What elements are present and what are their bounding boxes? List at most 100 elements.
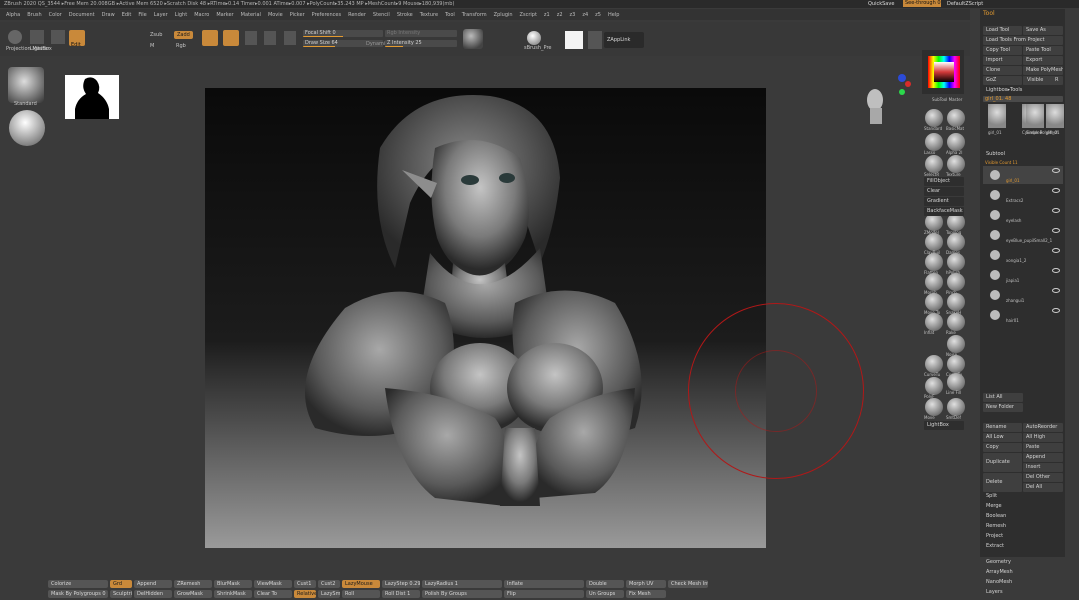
- list-all-button[interactable]: List All: [983, 393, 1023, 402]
- bottom-btn-inflate[interactable]: Inflate: [504, 580, 584, 588]
- insert-button[interactable]: Insert: [1023, 463, 1063, 472]
- bottom-btn-roll-dist-1[interactable]: Roll Dist 1: [382, 590, 420, 598]
- fillobject-button[interactable]: FillObject: [924, 177, 964, 186]
- color-picker[interactable]: [922, 50, 964, 94]
- menu-tool[interactable]: Tool: [445, 12, 455, 18]
- bottom-btn-cust1[interactable]: Cust1: [294, 580, 316, 588]
- arraymesh-section[interactable]: ArrayMesh: [983, 568, 1063, 577]
- claybuild-brush-icon[interactable]: [925, 233, 943, 251]
- menu-texture[interactable]: Texture: [420, 12, 438, 18]
- copy-button[interactable]: Copy: [983, 443, 1022, 452]
- bottom-btn-append[interactable]: Append: [134, 580, 172, 588]
- subtool-visibility-eye-icon[interactable]: [1052, 308, 1060, 313]
- subtool-visibility-eye-icon[interactable]: [1052, 188, 1060, 193]
- projection-master-icon[interactable]: [8, 30, 22, 44]
- rgb-label[interactable]: Rgb: [176, 43, 186, 49]
- bottom-btn-mask-by-polygroups-0[interactable]: Mask By Polygroups 0: [48, 590, 108, 598]
- visible-button[interactable]: Visible: [1024, 76, 1050, 85]
- lightbox-icon[interactable]: [30, 30, 44, 44]
- bottom-btn-growmask[interactable]: GrowMask: [174, 590, 212, 598]
- lasso-select-icon[interactable]: [925, 133, 943, 151]
- zsub-label[interactable]: Zsub: [150, 32, 162, 38]
- bottom-btn-relative[interactable]: Relative: [294, 590, 316, 598]
- menu-z5[interactable]: z5: [595, 12, 601, 18]
- menu-document[interactable]: Document: [69, 12, 95, 18]
- menu-color[interactable]: Color: [49, 12, 62, 18]
- menu-light[interactable]: Light: [175, 12, 187, 18]
- focal-shift-slider[interactable]: Focal Shift 0: [303, 30, 383, 37]
- paste-tool-button[interactable]: Paste Tool: [1023, 46, 1063, 55]
- bottom-btn-check-mesh-int[interactable]: Check Mesh Int: [668, 580, 708, 588]
- pinch-brush-icon[interactable]: [947, 273, 965, 291]
- rotate-button[interactable]: [264, 31, 276, 45]
- snakehook-brush-icon[interactable]: [947, 293, 965, 311]
- see-through-slider[interactable]: See-through 0: [903, 0, 941, 7]
- bottom-btn-roll[interactable]: Roll: [342, 590, 380, 598]
- quick-sketch-icon[interactable]: [51, 30, 65, 44]
- z-intensity-slider[interactable]: Z Intensity 25: [385, 40, 457, 47]
- bottom-btn-shrinkmask[interactable]: ShrinkMask: [214, 590, 252, 598]
- smooth-brush-icon[interactable]: [947, 398, 965, 416]
- texture-slot-icon[interactable]: [947, 155, 965, 173]
- menu-transform[interactable]: Transform: [462, 12, 487, 18]
- menu-stencil[interactable]: Stencil: [373, 12, 390, 18]
- subtool-visibility-eye-icon[interactable]: [1052, 208, 1060, 213]
- bottom-btn-grd[interactable]: Grd: [110, 580, 132, 588]
- menu-z1[interactable]: z1: [544, 12, 550, 18]
- main-color-swatch[interactable]: [565, 31, 583, 49]
- axis-gizmo-icon[interactable]: [888, 70, 912, 100]
- del-other-button[interactable]: Del Other: [1023, 473, 1063, 482]
- merge-section[interactable]: Merge: [983, 502, 1063, 511]
- default-script-button[interactable]: DefaultZScript: [947, 1, 983, 7]
- menu-help[interactable]: Help: [608, 12, 619, 18]
- delete-button[interactable]: Delete: [983, 473, 1022, 492]
- r-button[interactable]: R: [1052, 76, 1062, 85]
- rake-brush-icon[interactable]: [947, 313, 965, 331]
- menu-brush[interactable]: Brush: [27, 12, 41, 18]
- save-as-button[interactable]: Save As: [1023, 26, 1063, 35]
- lightbox-tools-button[interactable]: Lightbox▸Tools: [983, 86, 1063, 95]
- rename-button[interactable]: Rename: [983, 423, 1022, 432]
- bottom-btn-lazymouse[interactable]: LazyMouse: [342, 580, 380, 588]
- bottom-btn-polish-by-groups[interactable]: Polish By Groups: [422, 590, 502, 598]
- subtool-visibility-eye-icon[interactable]: [1052, 288, 1060, 293]
- menu-macro[interactable]: Macro: [194, 12, 209, 18]
- menu-z3[interactable]: z3: [570, 12, 576, 18]
- bottom-btn-zremesh[interactable]: ZRemesh: [174, 580, 212, 588]
- mrgb-label[interactable]: M: [150, 43, 154, 49]
- color-square[interactable]: [934, 62, 954, 82]
- menu-z2[interactable]: z2: [557, 12, 563, 18]
- polyf-brush-icon[interactable]: [925, 377, 943, 395]
- menu-zscript[interactable]: Zscript: [520, 12, 537, 18]
- rgb-intensity-slider[interactable]: Rgb Intensity: [385, 30, 457, 37]
- material-swatch[interactable]: [463, 29, 483, 49]
- bottom-btn-viewmask[interactable]: ViewMask: [254, 580, 292, 588]
- line-fill-brush-icon[interactable]: [947, 373, 965, 391]
- goz-button[interactable]: GoZ: [983, 76, 1022, 85]
- subtool-thumb-3[interactable]: [1046, 104, 1064, 128]
- bottom-btn-delhidden[interactable]: DelHidden: [134, 590, 172, 598]
- inflat-brush-icon[interactable]: [925, 313, 943, 331]
- subtool-header[interactable]: Subtool: [983, 150, 1063, 159]
- bottom-btn-colorize[interactable]: Colorize: [48, 580, 108, 588]
- make-polymesh-button[interactable]: Make PolyMesh3D: [1023, 66, 1063, 75]
- backfacemask-button[interactable]: BackfaceMask: [924, 207, 964, 216]
- menu-render[interactable]: Render: [348, 12, 366, 18]
- split-section[interactable]: Split: [983, 492, 1063, 501]
- material-sphere-icon[interactable]: [9, 110, 45, 146]
- subtool-visibility-eye-icon[interactable]: [1052, 268, 1060, 273]
- menu-material[interactable]: Material: [241, 12, 261, 18]
- subtool-master-label[interactable]: SubTool Master: [932, 97, 962, 102]
- menu-draw[interactable]: Draw: [102, 12, 115, 18]
- texture-swatch[interactable]: [588, 31, 602, 49]
- menu-picker[interactable]: Picker: [290, 12, 305, 18]
- bottom-btn-lazysmooth-0[interactable]: LazySmooth 0: [318, 590, 340, 598]
- project-section[interactable]: Project: [983, 532, 1063, 541]
- bottom-btn-clear-to[interactable]: Clear To: [254, 590, 292, 598]
- subtool-visibility-eye-icon[interactable]: [1052, 248, 1060, 253]
- gradient-button[interactable]: Gradient: [924, 197, 964, 206]
- remesh-section[interactable]: Remesh: [983, 522, 1063, 531]
- menu-z4[interactable]: z4: [582, 12, 588, 18]
- select-rect-icon[interactable]: [925, 155, 943, 173]
- menu-zplugin[interactable]: Zplugin: [494, 12, 513, 18]
